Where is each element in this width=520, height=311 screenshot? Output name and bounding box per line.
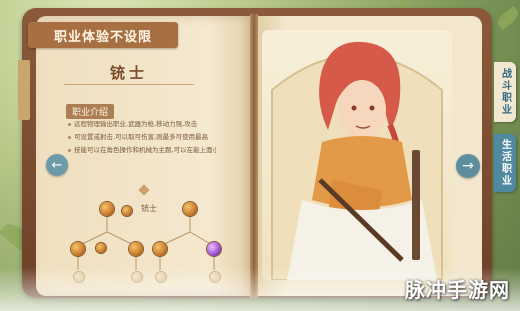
watermark: 脉冲手游网 [405,278,510,302]
skill-node[interactable] [122,206,132,216]
character-illustration [271,41,443,280]
skill-node[interactable] [183,202,197,216]
character-portrait [262,30,452,280]
skill-node[interactable] [129,242,143,256]
tab-battle-class[interactable]: 战斗职业 [494,62,516,122]
skill-node[interactable] [153,242,167,256]
tab-life-class[interactable]: 生活职业 [494,134,516,192]
skill-node[interactable] [100,202,114,216]
skill-node[interactable] [96,243,106,253]
skill-node[interactable] [71,242,85,256]
skill-node[interactable] [207,242,221,256]
